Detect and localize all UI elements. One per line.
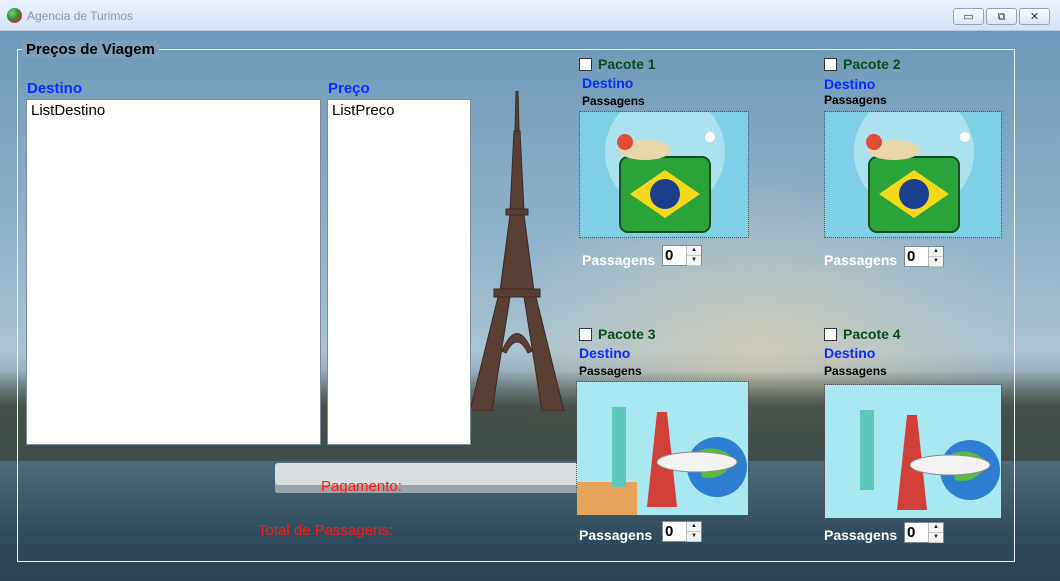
pacote-3-title: Pacote 3	[598, 326, 656, 342]
pacote-1-passagens-caption: Passagens	[582, 94, 645, 108]
pacote-4-checkbox[interactable]	[824, 328, 837, 341]
pacote-1-title: Pacote 1	[598, 56, 656, 72]
list-preco[interactable]: ListPreco	[327, 99, 471, 445]
pacote-1-checkbox[interactable]	[579, 58, 592, 71]
close-button[interactable]: ✕	[1019, 8, 1050, 25]
list-destino-item[interactable]: ListDestino	[31, 102, 105, 119]
pacote-3-passagens-label: Passagens	[579, 527, 653, 543]
pacote-3-count[interactable]: 0	[665, 523, 673, 540]
preco-label: Preço	[328, 80, 370, 97]
pacote-1-passagens-label: Passagens	[582, 252, 656, 268]
pacote-2-destino: Destino	[824, 76, 876, 92]
spin-down-icon[interactable]: ▼	[929, 257, 943, 267]
pacote-2-count[interactable]: 0	[907, 248, 915, 265]
total-passagens-label: Total de Passagens:	[258, 522, 394, 539]
restore-button[interactable]: ⧉	[986, 8, 1017, 25]
pacote-4-title: Pacote 4	[843, 326, 901, 342]
pacote-3-passagens-stepper[interactable]: 0 ▲ ▼	[662, 521, 702, 542]
spin-down-icon[interactable]: ▼	[929, 533, 943, 543]
pagamento-label: Pagamento:	[321, 478, 402, 495]
pacote-1-destino: Destino	[582, 75, 634, 91]
form-client-area: Preços de Viagem Destino Preço ListDesti…	[0, 31, 1060, 581]
pacote-4-passagens-stepper[interactable]: 0 ▲ ▼	[904, 522, 944, 543]
pacote-1-passagens-stepper[interactable]: 0 ▲ ▼	[662, 245, 702, 266]
pacote-2-title: Pacote 2	[843, 56, 901, 72]
pacote-2-passagens-label: Passagens	[824, 252, 898, 268]
pacote-4-passagens-label: Passagens	[824, 527, 898, 543]
spin-down-icon[interactable]: ▼	[687, 532, 701, 542]
pacote-2-passagens-stepper[interactable]: 0 ▲ ▼	[904, 246, 944, 267]
spin-down-icon[interactable]: ▼	[687, 256, 701, 266]
spin-up-icon[interactable]: ▲	[687, 246, 701, 256]
pacote-3-passagens-caption: Passagens	[579, 364, 642, 378]
pacote-2-checkbox[interactable]	[824, 58, 837, 71]
pacote-4-count[interactable]: 0	[907, 524, 915, 541]
pacote-3-destino: Destino	[579, 345, 631, 361]
pacote-3-checkbox[interactable]	[579, 328, 592, 341]
list-destino[interactable]: ListDestino	[26, 99, 321, 445]
app-globe-icon	[7, 8, 22, 23]
pacote-2-passagens-caption: Passagens	[824, 93, 887, 107]
spin-up-icon[interactable]: ▲	[929, 523, 943, 533]
pacote-4-destino: Destino	[824, 345, 876, 361]
window-title: Agencia de Turimos	[27, 9, 134, 23]
app-window: Agencia de Turimos ▭ ⧉ ✕ Preços de Viage…	[0, 0, 1060, 581]
pacote-4-passagens-caption: Passagens	[824, 364, 887, 378]
title-bar[interactable]: Agencia de Turimos ▭ ⧉ ✕	[0, 0, 1060, 31]
pacote-2-image	[824, 111, 1002, 238]
group-title: Preços de Viagem	[22, 41, 159, 58]
restore-icon: ⧉	[997, 11, 1006, 23]
minimize-button[interactable]: ▭	[953, 8, 984, 25]
pacote-1-image	[579, 111, 749, 238]
pacote-1-count[interactable]: 0	[665, 247, 673, 264]
spin-up-icon[interactable]: ▲	[687, 522, 701, 532]
spin-up-icon[interactable]: ▲	[929, 247, 943, 257]
pacote-3-image	[576, 381, 749, 516]
minimize-icon: ▭	[963, 11, 974, 23]
list-preco-item[interactable]: ListPreco	[332, 102, 395, 119]
destino-label: Destino	[27, 80, 83, 97]
pacote-4-image	[824, 384, 1002, 519]
close-icon: ✕	[1029, 11, 1040, 23]
